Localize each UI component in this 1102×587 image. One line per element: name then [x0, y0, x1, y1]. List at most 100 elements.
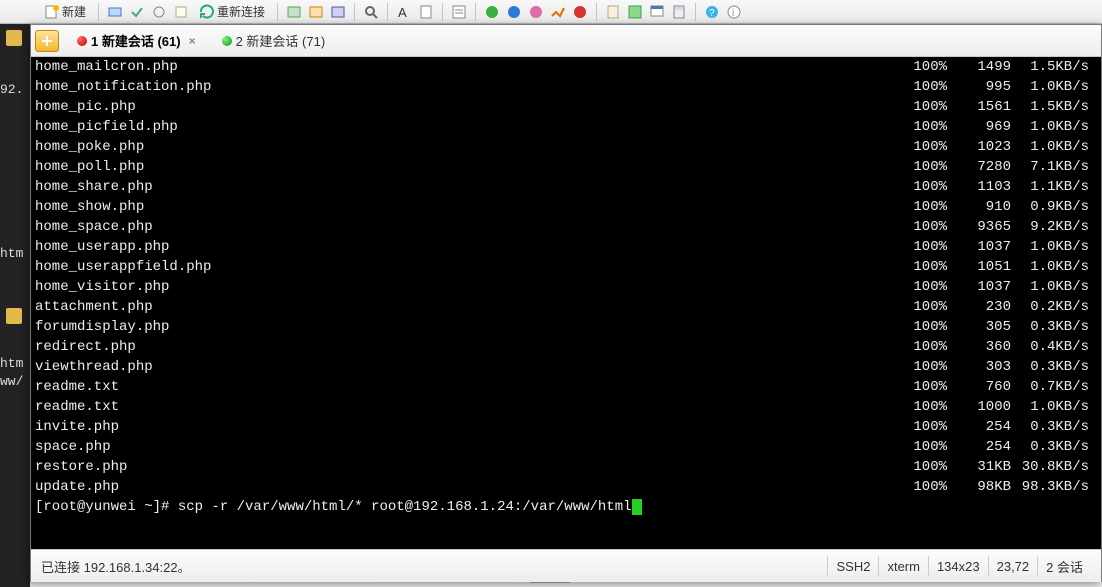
- percent: 100%: [891, 57, 947, 77]
- close-tab-button[interactable]: ×: [185, 34, 200, 48]
- win-icon[interactable]: [649, 4, 665, 20]
- session-tab-1[interactable]: 1 新建会话 (61) ×: [67, 27, 210, 54]
- session-tab-2[interactable]: 2 新建会话 (71): [212, 27, 336, 54]
- rate: 1.1KB/s: [1011, 177, 1097, 197]
- file-name: invite.php: [35, 417, 891, 437]
- toolbar-icon-4[interactable]: [173, 4, 189, 20]
- percent: 100%: [891, 217, 947, 237]
- cursor: [632, 499, 642, 515]
- status-connected: 已连接 192.168.1.34:22。: [41, 557, 827, 576]
- toolbar-icon-c[interactable]: [330, 4, 346, 20]
- svg-text:?: ?: [709, 8, 715, 19]
- toolbar-icon-a[interactable]: [286, 4, 302, 20]
- bg-text: ww/: [0, 374, 30, 389]
- bytes: 254: [947, 437, 1011, 457]
- terminal-row: home_pic.php100%15611.5KB/s: [31, 97, 1101, 117]
- rate: 1.0KB/s: [1011, 277, 1097, 297]
- rate: 0.3KB/s: [1011, 437, 1097, 457]
- terminal-row: home_mailcron.php100%14991.5KB/s: [31, 57, 1101, 77]
- toolbar-reconnect[interactable]: 重新连接: [195, 1, 269, 22]
- file-name: readme.txt: [35, 377, 891, 397]
- tab-label: 1 新建会话 (61): [91, 31, 181, 50]
- globe-blue-icon[interactable]: [506, 4, 522, 20]
- toolbar-icon-3[interactable]: [151, 4, 167, 20]
- terminal-row: home_notification.php100%9951.0KB/s: [31, 77, 1101, 97]
- terminal-row: home_visitor.php100%10371.0KB/s: [31, 277, 1101, 297]
- green-sq-icon[interactable]: [627, 4, 643, 20]
- file-name: viewthread.php: [35, 357, 891, 377]
- percent: 100%: [891, 97, 947, 117]
- status-size: 134x23: [928, 556, 988, 576]
- file-name: home_share.php: [35, 177, 891, 197]
- status-bar: 已连接 192.168.1.34:22。 SSH2 xterm 134x23 2…: [31, 549, 1101, 582]
- rate: 0.3KB/s: [1011, 357, 1097, 377]
- bytes: 1561: [947, 97, 1011, 117]
- file-name: home_picfield.php: [35, 117, 891, 137]
- terminal-row: home_poll.php100%72807.1KB/s: [31, 157, 1101, 177]
- page-icon[interactable]: [418, 4, 434, 20]
- percent: 100%: [891, 137, 947, 157]
- bytes: 9365: [947, 217, 1011, 237]
- add-tab-button[interactable]: [35, 30, 59, 52]
- rate: 0.3KB/s: [1011, 317, 1097, 337]
- about-icon[interactable]: i: [726, 4, 742, 20]
- terminal-row: home_space.php100%93659.2KB/s: [31, 217, 1101, 237]
- globe-green-icon[interactable]: [484, 4, 500, 20]
- rate: 1.0KB/s: [1011, 237, 1097, 257]
- percent: 100%: [891, 357, 947, 377]
- search-icon[interactable]: [363, 4, 379, 20]
- rate: 9.2KB/s: [1011, 217, 1097, 237]
- status-cursor-pos: 23,72: [988, 556, 1038, 576]
- percent: 100%: [891, 317, 947, 337]
- terminal-row: home_userapp.php100%10371.0KB/s: [31, 237, 1101, 257]
- file-name: home_visitor.php: [35, 277, 891, 297]
- toolbar-icon-2[interactable]: [129, 4, 145, 20]
- conn-icon[interactable]: [550, 4, 566, 20]
- toolbar-icon-b[interactable]: [308, 4, 324, 20]
- lock-icon: [6, 308, 22, 324]
- bytes: 31KB: [947, 457, 1011, 477]
- percent: 100%: [891, 237, 947, 257]
- file-name: home_show.php: [35, 197, 891, 217]
- bytes: 360: [947, 337, 1011, 357]
- book-icon[interactable]: [605, 4, 621, 20]
- bg-text: htm: [0, 356, 30, 371]
- file-name: readme.txt: [35, 397, 891, 417]
- font-icon[interactable]: A: [396, 4, 412, 20]
- terminal-row: home_show.php100%9100.9KB/s: [31, 197, 1101, 217]
- terminal-output[interactable]: home_mailcron.php100%14991.5KB/shome_not…: [31, 57, 1101, 549]
- bytes: 760: [947, 377, 1011, 397]
- terminal-row: attachment.php100%2300.2KB/s: [31, 297, 1101, 317]
- toolbar-icon-1[interactable]: [107, 4, 123, 20]
- terminal-row: home_userappfield.php100%10511.0KB/s: [31, 257, 1101, 277]
- file-name: attachment.php: [35, 297, 891, 317]
- percent: 100%: [891, 257, 947, 277]
- rate: 1.0KB/s: [1011, 397, 1097, 417]
- bytes: 1103: [947, 177, 1011, 197]
- terminal-row: home_share.php100%11031.1KB/s: [31, 177, 1101, 197]
- file-name: home_pic.php: [35, 97, 891, 117]
- file-name: home_space.php: [35, 217, 891, 237]
- percent: 100%: [891, 297, 947, 317]
- file-name: restore.php: [35, 457, 891, 477]
- session-tabbar: 1 新建会话 (61) × 2 新建会话 (71): [31, 25, 1101, 57]
- bytes: 303: [947, 357, 1011, 377]
- percent: 100%: [891, 377, 947, 397]
- percent: 100%: [891, 177, 947, 197]
- prompt-text: [root@yunwei ~]# scp -r /var/www/html/* …: [35, 499, 632, 515]
- help-icon[interactable]: ?: [704, 4, 720, 20]
- terminal-prompt[interactable]: [root@yunwei ~]# scp -r /var/www/html/* …: [31, 497, 1101, 517]
- bytes: 254: [947, 417, 1011, 437]
- red-dot-icon[interactable]: [572, 4, 588, 20]
- toolbar-reconnect-label: 重新连接: [217, 3, 265, 20]
- terminal-row: space.php100%2540.3KB/s: [31, 437, 1101, 457]
- calc-icon[interactable]: [671, 4, 687, 20]
- globe-pink-icon[interactable]: [528, 4, 544, 20]
- bg-text: 92.: [0, 82, 30, 97]
- prop-icon[interactable]: [451, 4, 467, 20]
- reconnect-icon: [199, 4, 215, 20]
- terminal-row: forumdisplay.php100%3050.3KB/s: [31, 317, 1101, 337]
- bytes: 910: [947, 197, 1011, 217]
- toolbar-new[interactable]: 新建: [40, 1, 90, 22]
- rate: 1.0KB/s: [1011, 77, 1097, 97]
